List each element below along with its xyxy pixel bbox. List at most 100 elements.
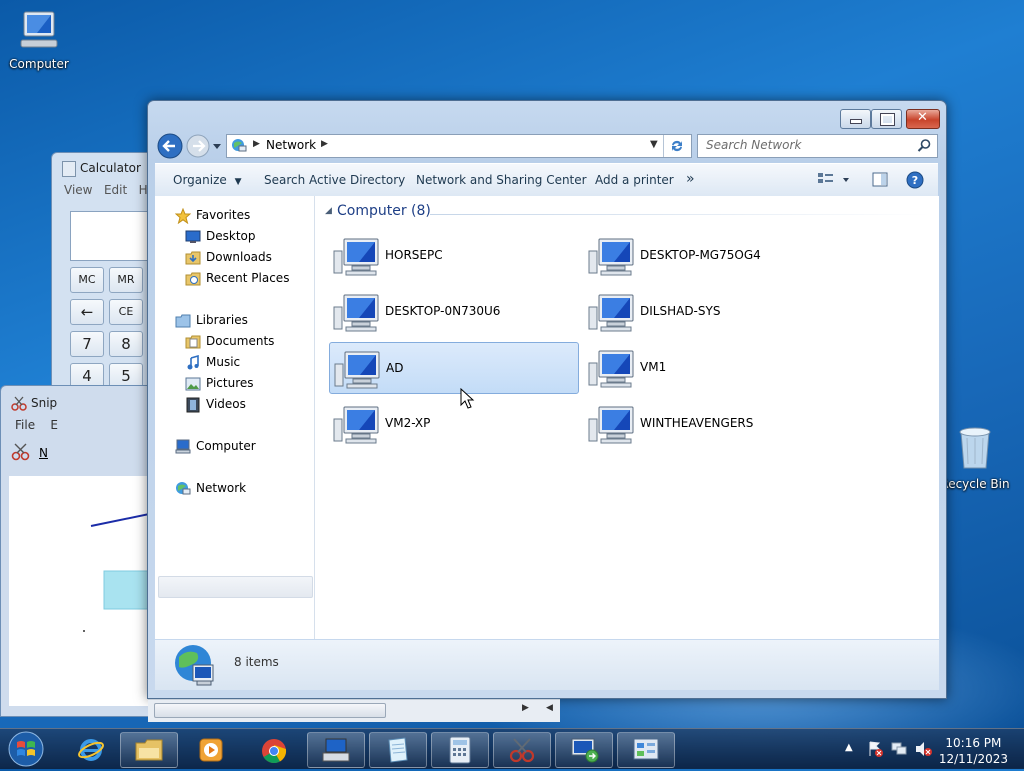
- network-computer-item[interactable]: DESKTOP-MG75OG4: [584, 230, 832, 280]
- computer-icon: [20, 11, 58, 48]
- snip-menu-file[interactable]: File: [15, 418, 35, 432]
- preview-pane-icon[interactable]: [872, 172, 888, 188]
- refresh-icon[interactable]: [669, 138, 685, 154]
- calc-ce-button[interactable]: CE: [109, 299, 143, 325]
- calc-mc-button[interactable]: MC: [70, 267, 104, 293]
- scrollbar-thumb[interactable]: [154, 703, 386, 718]
- taskbar-chrome[interactable]: [245, 732, 303, 768]
- network-icon: [176, 482, 191, 495]
- scroll-right-icon[interactable]: ▶: [522, 703, 529, 713]
- network-computer-item[interactable]: AD: [329, 342, 579, 394]
- nav-recent-places[interactable]: Recent Places: [185, 271, 289, 286]
- nav-computer[interactable]: Computer: [175, 439, 256, 454]
- computer-name: VM2-XP: [385, 416, 431, 430]
- nav-label: Libraries: [196, 313, 248, 327]
- computer-icon: [588, 238, 634, 276]
- desktop-icon-computer[interactable]: Computer: [3, 10, 75, 71]
- computer-icon: [588, 350, 634, 388]
- taskbar-snipping-tool[interactable]: [493, 732, 551, 768]
- breadcrumb-network[interactable]: Network: [266, 138, 316, 152]
- network-computer-item[interactable]: VM2-XP: [329, 398, 577, 448]
- nav-network[interactable]: Network: [176, 481, 246, 495]
- minimize-button[interactable]: [840, 109, 871, 129]
- restore-icon: [880, 113, 895, 126]
- calc-backspace-button[interactable]: ←: [70, 299, 104, 325]
- internet-explorer-icon: [78, 739, 104, 761]
- volume-muted-icon[interactable]: [914, 740, 934, 758]
- taskbar-notepad[interactable]: [369, 732, 427, 768]
- network-computer-item[interactable]: DESKTOP-0N730U6: [329, 286, 577, 336]
- search-input[interactable]: Search Network: [697, 134, 938, 158]
- calc-7-button[interactable]: 7: [70, 331, 104, 357]
- calc-menu-view[interactable]: View: [64, 183, 92, 197]
- computer-name: DILSHAD-SYS: [640, 304, 721, 318]
- navigation-pane: Favorites Desktop Downloads Recent Place…: [155, 196, 315, 639]
- close-button[interactable]: ✕: [906, 109, 940, 129]
- horizontal-scrollbar[interactable]: ▶ ◀: [148, 699, 560, 722]
- more-commands-button[interactable]: »: [686, 171, 695, 187]
- back-button: [157, 133, 183, 159]
- desktop-icon: [185, 230, 201, 243]
- nav-libraries[interactable]: Libraries: [175, 313, 248, 328]
- computer-icon: [334, 351, 380, 389]
- explorer-window[interactable]: ✕ ▶ Network ▶ ▼ Search Network Organize …: [147, 100, 947, 699]
- address-dropdown-icon[interactable]: ▼: [650, 139, 658, 150]
- taskbar-on-screen-keyboard[interactable]: [307, 732, 365, 768]
- taskbar-control-panel[interactable]: [617, 732, 675, 768]
- calc-mr-button[interactable]: MR: [109, 267, 143, 293]
- network-computer-item[interactable]: DILSHAD-SYS: [584, 286, 832, 336]
- show-hidden-icons-button[interactable]: ▲: [845, 742, 853, 753]
- nav-videos[interactable]: Videos: [186, 397, 246, 413]
- computer-name: AD: [386, 361, 404, 375]
- nav-favorites[interactable]: Favorites: [175, 208, 251, 224]
- search-active-directory-button[interactable]: Search Active Directory: [264, 173, 405, 187]
- network-computer-item[interactable]: HORSEPC: [329, 230, 577, 280]
- network-icon: [232, 139, 247, 152]
- scroll-left-icon[interactable]: ◀: [546, 703, 553, 713]
- maximize-button[interactable]: [871, 109, 902, 129]
- calculator-icon: [449, 736, 471, 764]
- network-status-icon[interactable]: [890, 740, 908, 758]
- calc-8-button[interactable]: 8: [109, 331, 143, 357]
- nav-label: Videos: [206, 397, 246, 411]
- nav-label: Favorites: [196, 208, 251, 222]
- nav-pictures[interactable]: Pictures: [185, 376, 254, 391]
- taskbar-remote-desktop[interactable]: [555, 732, 613, 768]
- network-sharing-center-button[interactable]: Network and Sharing Center: [416, 173, 587, 187]
- nav-documents[interactable]: Documents: [185, 334, 274, 349]
- network-computer-item[interactable]: WINTHEAVENGERS: [584, 398, 832, 448]
- nav-music[interactable]: Music: [187, 355, 240, 370]
- chrome-icon: [262, 739, 287, 764]
- desktop-icon-recycle-bin[interactable]: Recycle Bin: [939, 422, 1011, 491]
- calculator-title: Calculator: [80, 161, 141, 175]
- address-divider: [663, 135, 664, 157]
- taskbar-internet-explorer[interactable]: [62, 732, 120, 768]
- snipping-tool-window[interactable]: Snip File E N: [0, 385, 162, 717]
- add-printer-button[interactable]: Add a printer: [595, 173, 674, 187]
- taskbar-explorer[interactable]: [120, 732, 178, 768]
- computer-icon: [588, 406, 634, 444]
- help-icon[interactable]: ?: [906, 171, 924, 189]
- network-computer-item[interactable]: VM1: [584, 342, 832, 392]
- start-button[interactable]: [6, 730, 46, 768]
- snip-menu-edit[interactable]: E: [50, 418, 58, 432]
- nav-desktop[interactable]: Desktop: [185, 229, 256, 243]
- collapse-group-icon[interactable]: ◢: [325, 206, 332, 216]
- action-center-icon[interactable]: [866, 740, 884, 758]
- scissors-icon: [11, 396, 27, 411]
- calc-menu-edit[interactable]: Edit: [104, 183, 127, 197]
- address-bar[interactable]: ▶ Network ▶ ▼: [226, 134, 692, 158]
- search-icon[interactable]: [917, 138, 932, 153]
- item-count: 8 items: [234, 655, 279, 669]
- nav-buttons: [157, 133, 221, 159]
- taskbar-calculator[interactable]: [431, 732, 489, 768]
- downloads-folder-icon: [185, 251, 201, 265]
- remote-desktop-icon: [571, 738, 599, 763]
- snip-new-button[interactable]: N: [11, 441, 51, 463]
- view-options-button[interactable]: [817, 172, 851, 188]
- taskbar-media-player[interactable]: [182, 732, 240, 768]
- organize-button[interactable]: Organize ▼: [173, 173, 242, 187]
- nav-downloads[interactable]: Downloads: [185, 250, 272, 265]
- group-header[interactable]: Computer (8): [337, 203, 431, 219]
- clock[interactable]: 10:16 PM 12/11/2023: [939, 735, 1008, 767]
